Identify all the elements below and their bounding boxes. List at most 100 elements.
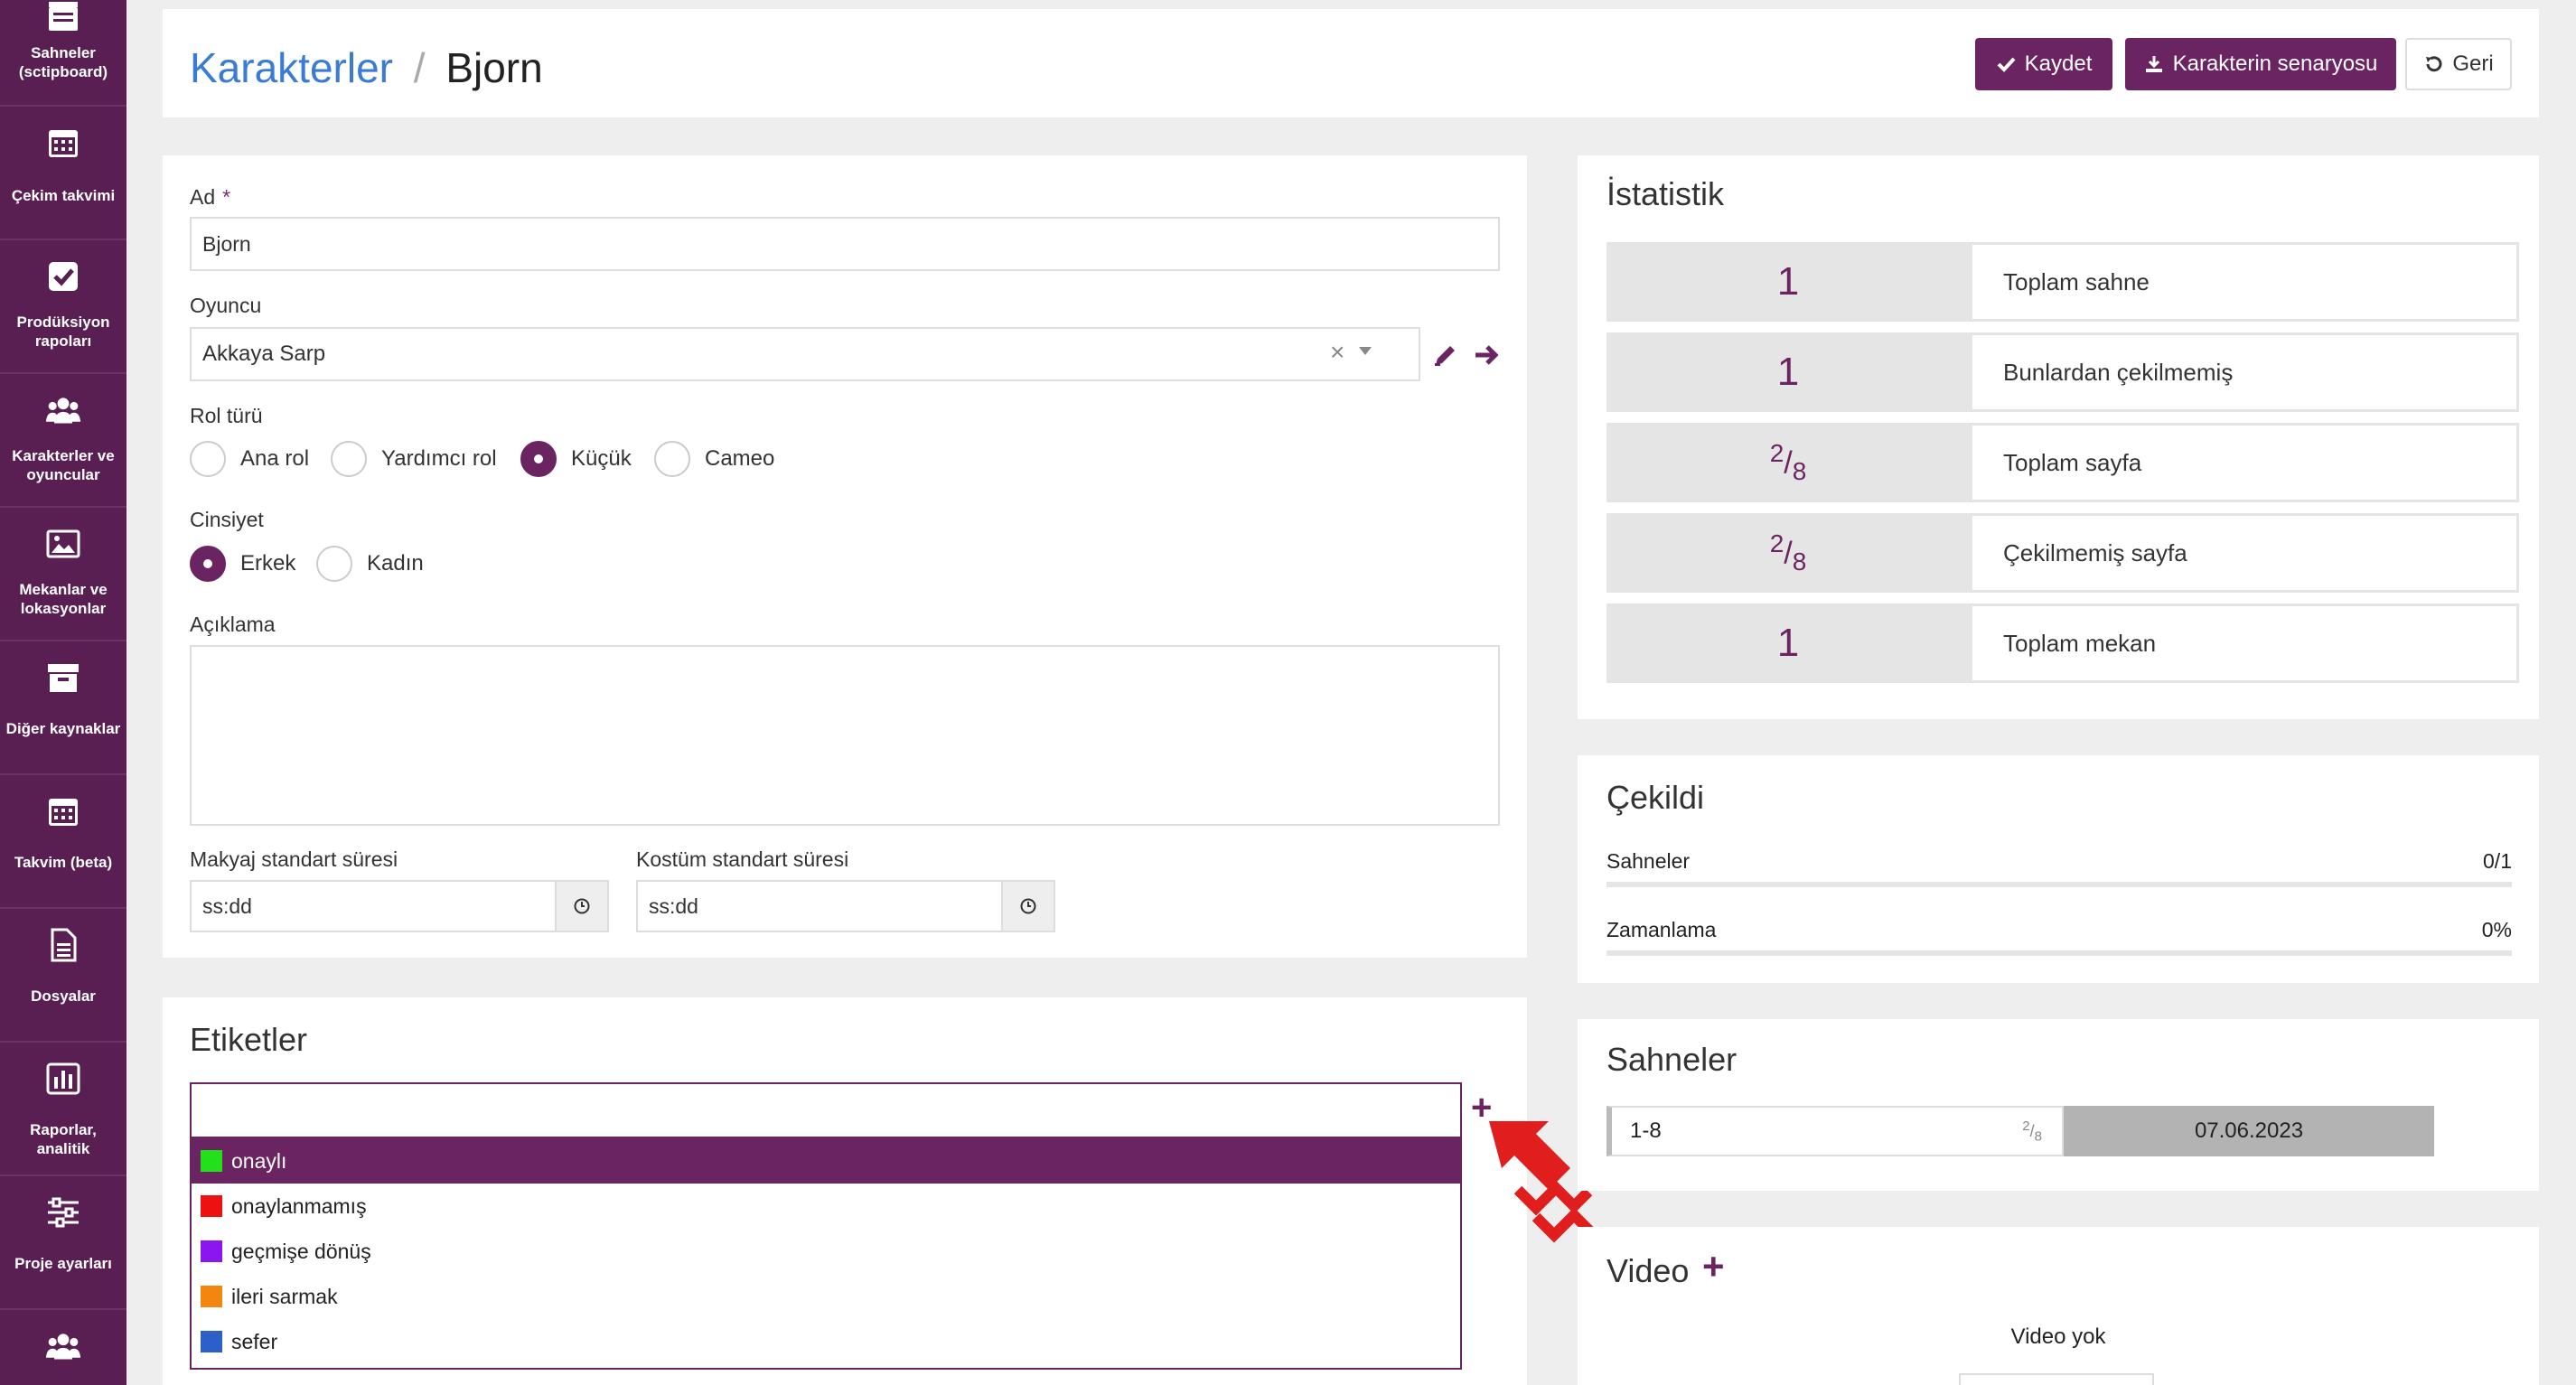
stat-row-total-scenes: 1 Toplam sahne xyxy=(1606,242,2519,322)
sidebar-item-project-settings[interactable]: Proje ayarları xyxy=(0,1176,126,1310)
tags-title: Etiketler xyxy=(190,1021,308,1058)
stat-label: Bunlardan çekilmemiş xyxy=(1970,332,2519,412)
radio-role-supporting[interactable]: Yardımcı rol xyxy=(331,441,497,477)
chevron-down-icon[interactable] xyxy=(1359,347,1372,355)
image-icon xyxy=(45,526,81,562)
sidebar-item-shooting-schedule[interactable]: Çekim takvimi xyxy=(0,107,126,240)
radio-role-cameo[interactable]: Cameo xyxy=(654,441,774,477)
stat-value: 2/8 xyxy=(1606,513,1970,593)
character-form-panel: Ad * Bjorn Oyuncu Akkaya Sarp × Rol türü … xyxy=(163,155,1527,958)
document-icon xyxy=(45,927,81,963)
add-video-icon[interactable]: + xyxy=(1702,1245,1725,1288)
sliders-icon xyxy=(45,1194,81,1231)
checkbox-icon xyxy=(45,258,81,295)
tag-option-flashforward[interactable]: ileri sarmak xyxy=(192,1274,1462,1319)
tag-option-label: sefer xyxy=(231,1329,278,1353)
radio-role-minor[interactable]: Küçük xyxy=(520,441,632,477)
name-input[interactable]: Bjorn xyxy=(190,217,1500,271)
costume-time-input[interactable]: ss:dd xyxy=(636,880,1055,932)
radio-circle[interactable] xyxy=(654,441,690,477)
makeup-time-input[interactable]: ss:dd xyxy=(190,880,609,932)
stat-row-unshot-pages: 2/8 Çekilmemiş sayfa xyxy=(1606,513,2519,593)
radio-label: Cameo xyxy=(705,446,775,471)
actor-select[interactable]: Akkaya Sarp × xyxy=(190,327,1420,381)
page-title: Bjorn xyxy=(445,44,543,91)
timing-progress-bar xyxy=(1606,950,2512,956)
clock-icon[interactable] xyxy=(555,882,607,931)
radio-circle[interactable] xyxy=(316,546,352,582)
sidebar-item-calendar-beta[interactable]: Takvim (beta) xyxy=(0,775,126,909)
tag-option-unapproved[interactable]: onaylanmamış xyxy=(192,1184,1462,1229)
radio-circle-selected[interactable] xyxy=(190,546,226,582)
character-script-button-label: Karakterin senaryosu xyxy=(2172,51,2378,76)
sidebar-item-scenes[interactable]: Sahneler (sctipboard) xyxy=(0,0,126,107)
clock-icon[interactable] xyxy=(1001,882,1054,931)
download-icon xyxy=(2145,56,2162,72)
sidebar-item-team[interactable] xyxy=(0,1310,126,1385)
tags-input[interactable] xyxy=(190,1082,1462,1138)
description-textarea[interactable] xyxy=(190,645,1500,826)
character-script-button[interactable]: Karakterin senaryosu xyxy=(2125,38,2396,90)
video-title: Video xyxy=(1606,1252,1690,1289)
sidebar-item-label: Prodüksiyon rapoları xyxy=(16,313,110,350)
makeup-time-label: Makyaj standart süresi xyxy=(190,847,398,871)
name-label: Ad * xyxy=(190,185,231,209)
tag-color-swatch xyxy=(201,1150,222,1172)
tag-option-trip[interactable]: sefer xyxy=(192,1319,1462,1364)
sidebar-item-reports[interactable]: Raporlar, analitik xyxy=(0,1043,126,1176)
tag-option-label: onaylı xyxy=(231,1148,287,1173)
tag-option-label: geçmişe dönüş xyxy=(231,1239,371,1263)
tag-option-approved[interactable]: onaylı xyxy=(192,1138,1462,1184)
scene-date[interactable]: 07.06.2023 xyxy=(2064,1106,2434,1156)
statistics-panel: İstatistik 1 Toplam sahne 1 Bunlardan çe… xyxy=(1578,155,2539,719)
radio-label: Yardımcı rol xyxy=(381,446,497,471)
calendar-grid-icon xyxy=(45,793,81,829)
sidebar-item-label: Takvim (beta) xyxy=(14,854,113,871)
sidebar-item-locations[interactable]: Mekanlar ve lokasyonlar xyxy=(0,508,126,641)
radio-circle[interactable] xyxy=(190,441,226,477)
video-upload-box[interactable] xyxy=(1959,1373,2154,1385)
shot-title: Çekildi xyxy=(1606,779,1705,816)
radio-label: Kadın xyxy=(367,551,424,576)
back-button[interactable]: Geri xyxy=(2405,38,2512,90)
sidebar-item-files[interactable]: Dosyalar xyxy=(0,909,126,1043)
check-icon xyxy=(1997,57,2016,72)
scenes-panel: Sahneler 1-8 2/8 07.06.2023 xyxy=(1578,1019,2539,1191)
page-header: Karakterler / Bjorn Kaydet Karakterin se… xyxy=(163,9,2539,117)
makeup-time-placeholder: ss:dd xyxy=(202,894,252,918)
tag-option-label: onaylanmamış xyxy=(231,1193,367,1218)
stat-value: 1 xyxy=(1606,242,1970,322)
tags-panel: Etiketler + onaylı onaylanmamış geçmişe … xyxy=(163,997,1527,1385)
tag-color-swatch xyxy=(201,1331,222,1352)
scene-row[interactable]: 1-8 2/8 xyxy=(1606,1106,2064,1156)
radio-gender-female[interactable]: Kadın xyxy=(316,546,424,582)
back-button-label: Geri xyxy=(2452,51,2494,76)
fraction-numerator: 2 xyxy=(1769,529,1784,557)
timing-progress-label: Zamanlama xyxy=(1606,918,1717,941)
save-button[interactable]: Kaydet xyxy=(1975,38,2112,90)
clear-selection-icon[interactable]: × xyxy=(1330,338,1344,367)
stat-value: 1 xyxy=(1606,604,1970,683)
radio-circle-selected[interactable] xyxy=(520,441,557,477)
radio-role-lead[interactable]: Ana rol xyxy=(190,441,309,477)
sidebar-item-characters[interactable]: Karakterler ve oyuncular xyxy=(0,374,126,508)
clapperboard-icon xyxy=(45,0,81,34)
stat-label: Toplam mekan xyxy=(1970,604,2519,683)
go-to-actor-icon[interactable] xyxy=(1473,342,1500,373)
fraction-denominator: 8 xyxy=(1792,547,1807,576)
fraction-numerator: 2 xyxy=(1769,438,1784,467)
tag-option-flashback[interactable]: geçmişe dönüş xyxy=(192,1229,1462,1274)
sidebar-item-label: Karakterler ve oyuncular xyxy=(12,447,115,483)
radio-circle[interactable] xyxy=(331,441,367,477)
sidebar-item-label: Mekanlar ve lokasyonlar xyxy=(19,581,108,617)
radio-gender-male[interactable]: Erkek xyxy=(190,546,295,582)
fraction-denominator: 8 xyxy=(1792,457,1807,486)
sidebar-item-label: Raporlar, analitik xyxy=(30,1121,97,1157)
timing-progress-value: 0% xyxy=(2481,918,2512,941)
sidebar-item-production-reports[interactable]: Prodüksiyon rapoları xyxy=(0,240,126,374)
users-icon xyxy=(45,392,81,428)
sidebar-item-other-resources[interactable]: Diğer kaynaklar xyxy=(0,641,126,775)
breadcrumb-separator: / xyxy=(413,44,426,91)
breadcrumb-link-characters[interactable]: Karakterler xyxy=(190,44,393,91)
edit-actor-icon[interactable] xyxy=(1432,342,1459,373)
